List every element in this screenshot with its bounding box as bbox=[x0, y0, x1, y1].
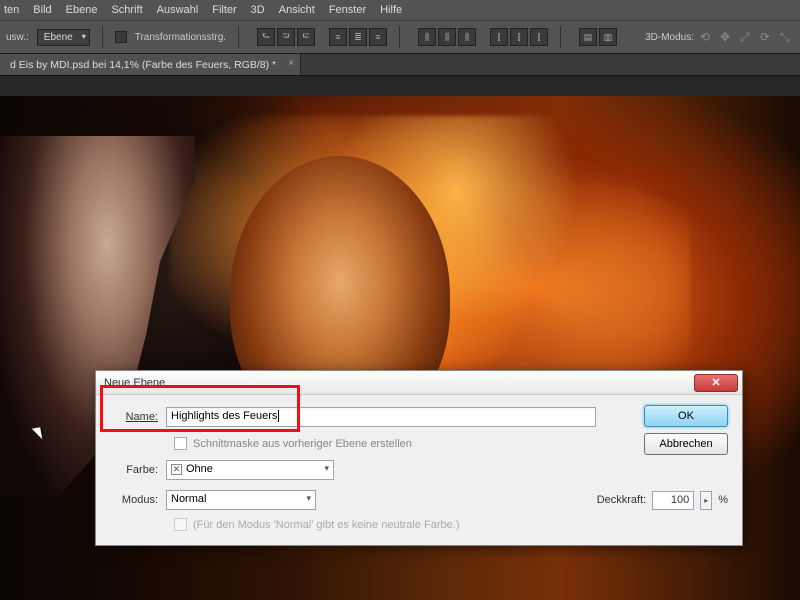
none-swatch-icon: ✕ bbox=[171, 464, 182, 475]
orbit-3d-icon[interactable]: ⟲ bbox=[700, 30, 714, 44]
color-dropdown[interactable]: ✕Ohne bbox=[166, 460, 334, 480]
menu-item[interactable]: Schrift bbox=[111, 4, 142, 16]
neutral-fill-checkbox bbox=[174, 518, 187, 531]
menu-item[interactable]: Bild bbox=[33, 4, 51, 16]
menu-item[interactable]: Ansicht bbox=[279, 4, 315, 16]
align-icon[interactable]: ≣ bbox=[349, 28, 367, 46]
arrange-icon[interactable]: ▥ bbox=[599, 28, 617, 46]
menu-item[interactable]: Hilfe bbox=[380, 4, 402, 16]
opacity-label: Deckkraft: bbox=[597, 494, 647, 506]
color-label: Farbe: bbox=[110, 464, 166, 476]
separator bbox=[102, 26, 103, 48]
name-label: Name: bbox=[110, 411, 166, 423]
distribute-icon[interactable]: ⫼ bbox=[438, 28, 456, 46]
transform-label: Transformationsstrg. bbox=[135, 32, 226, 43]
separator bbox=[399, 26, 400, 48]
align-icon[interactable]: ⮑ bbox=[257, 28, 275, 46]
scale-3d-icon[interactable]: ⤡ bbox=[780, 30, 794, 44]
menu-item[interactable]: 3D bbox=[251, 4, 265, 16]
mode-dropdown[interactable]: Normal bbox=[166, 490, 316, 510]
options-label: usw.: bbox=[6, 32, 29, 43]
percent-sign: % bbox=[718, 494, 728, 506]
clipmask-label: Schnittmaske aus vorheriger Ebene erstel… bbox=[193, 438, 412, 450]
distribute-icon[interactable]: ⫼ bbox=[458, 28, 476, 46]
cancel-button[interactable]: Abbrechen bbox=[644, 433, 728, 455]
align-icon[interactable]: ≡ bbox=[369, 28, 387, 46]
menu-item[interactable]: Fenster bbox=[329, 4, 366, 16]
new-layer-dialog: Neue Ebene ✕ OK Abbrechen Name: Highligh… bbox=[95, 370, 743, 546]
neutral-fill-label: (Für den Modus 'Normal' gibt es keine ne… bbox=[193, 519, 460, 531]
name-input[interactable]: Highlights des Feuers bbox=[166, 407, 596, 427]
document-tab-title: d Eis by MDI.psd bei 14,1% (Farbe des Fe… bbox=[10, 59, 276, 71]
menu-item[interactable]: ten bbox=[4, 4, 19, 16]
slide-3d-icon[interactable]: ⤢ bbox=[740, 30, 754, 44]
options-bar: usw.: Ebene Transformationsstrg. ⮑ ⮒ ⮓ ≡… bbox=[0, 20, 800, 54]
arrange-icon[interactable]: ▤ bbox=[579, 28, 597, 46]
clipmask-checkbox[interactable] bbox=[174, 437, 187, 450]
distribute-icon[interactable]: ⫿ bbox=[490, 28, 508, 46]
pan-3d-icon[interactable]: ✥ bbox=[720, 30, 734, 44]
dialog-titlebar[interactable]: Neue Ebene ✕ bbox=[96, 371, 742, 395]
layer-select-dropdown[interactable]: Ebene bbox=[37, 29, 90, 46]
opacity-input[interactable]: 100 bbox=[652, 491, 694, 510]
mouse-cursor-icon bbox=[36, 424, 50, 444]
close-button[interactable]: ✕ bbox=[694, 374, 738, 392]
dialog-title: Neue Ebene bbox=[104, 377, 694, 389]
menu-item[interactable]: Ebene bbox=[66, 4, 98, 16]
menu-bar: ten Bild Ebene Schrift Auswahl Filter 3D… bbox=[0, 0, 800, 20]
distribute-icon[interactable]: ⫼ bbox=[418, 28, 436, 46]
distribute-icon[interactable]: ⫿ bbox=[510, 28, 528, 46]
close-tab-icon[interactable]: × bbox=[288, 58, 294, 69]
mode-3d-label: 3D-Modus: bbox=[645, 32, 694, 43]
menu-item[interactable]: Auswahl bbox=[157, 4, 199, 16]
transform-checkbox[interactable] bbox=[115, 31, 127, 43]
rotate-3d-icon[interactable]: ⟳ bbox=[760, 30, 774, 44]
document-tab-bar: d Eis by MDI.psd bei 14,1% (Farbe des Fe… bbox=[0, 54, 800, 76]
mode-label: Modus: bbox=[110, 494, 166, 506]
document-tab[interactable]: d Eis by MDI.psd bei 14,1% (Farbe des Fe… bbox=[0, 54, 301, 75]
distribute-icon[interactable]: ⫿ bbox=[530, 28, 548, 46]
separator bbox=[238, 26, 239, 48]
separator bbox=[560, 26, 561, 48]
ok-button[interactable]: OK bbox=[644, 405, 728, 427]
menu-item[interactable]: Filter bbox=[212, 4, 236, 16]
opacity-flyout-icon[interactable]: ▸ bbox=[700, 491, 712, 510]
align-icon[interactable]: ⮓ bbox=[297, 28, 315, 46]
align-icon[interactable]: ⮒ bbox=[277, 28, 295, 46]
text-cursor bbox=[278, 410, 279, 422]
align-icon[interactable]: ≡ bbox=[329, 28, 347, 46]
